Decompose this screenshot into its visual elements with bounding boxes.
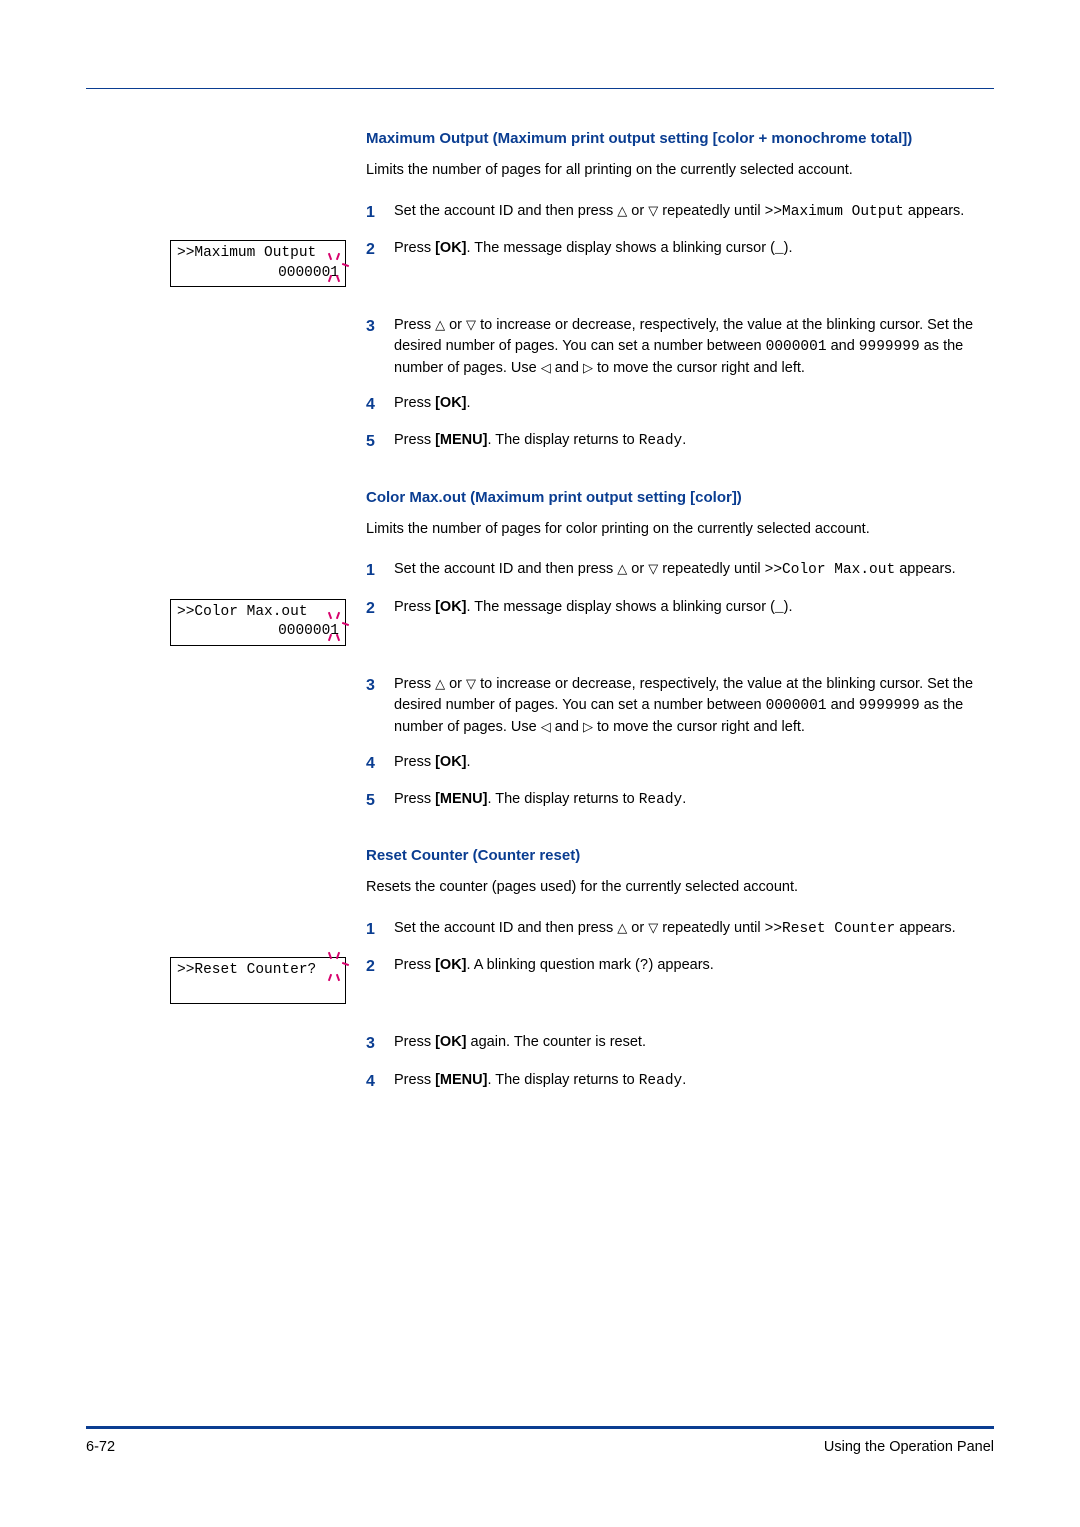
- section-heading: Reset Counter (Counter reset): [366, 846, 994, 866]
- step-text: Press △ or ▽ to increase or decrease, re…: [394, 315, 994, 379]
- step: 4Press [MENU]. The display returns to Re…: [366, 1070, 994, 1093]
- step: 2Press [OK]. The message display shows a…: [366, 238, 994, 261]
- page-footer: 6-72 Using the Operation Panel: [86, 1426, 994, 1455]
- step-number: 1: [366, 559, 394, 582]
- step: 1Set the account ID and then press △ or …: [366, 918, 994, 941]
- step-number: 2: [366, 238, 394, 261]
- step: 2Press [OK]. A blinking question mark (?…: [366, 955, 994, 978]
- triangle-down-icon: ▽: [648, 919, 658, 938]
- triangle-right-icon: ▷: [583, 359, 593, 378]
- step: 5Press [MENU]. The display returns to Re…: [366, 789, 994, 812]
- triangle-down-icon: ▽: [466, 316, 476, 335]
- step-number: 4: [366, 752, 394, 775]
- step-text: Set the account ID and then press △ or ▽…: [394, 918, 994, 941]
- page-number: 6-72: [86, 1439, 115, 1455]
- step-text: Press [MENU]. The display returns to Rea…: [394, 430, 994, 453]
- lcd-display: >>Maximum Output0000001: [170, 240, 346, 287]
- triangle-up-icon: △: [435, 316, 445, 335]
- triangle-down-icon: ▽: [648, 202, 658, 221]
- top-rule: [86, 88, 994, 89]
- step-number: 1: [366, 918, 394, 941]
- step: 1Set the account ID and then press △ or …: [366, 559, 994, 582]
- step-text: Press [OK]. A blinking question mark (?)…: [394, 955, 994, 978]
- section-intro: Limits the number of pages for color pri…: [366, 520, 994, 540]
- step-text: Press [OK]. The message display shows a …: [394, 238, 994, 261]
- step-number: 4: [366, 1070, 394, 1093]
- step-number: 3: [366, 1032, 394, 1055]
- step: 4Press [OK].: [366, 393, 994, 416]
- lcd-display: >>Reset Counter?: [170, 957, 346, 1004]
- step: 5Press [MENU]. The display returns to Re…: [366, 430, 994, 453]
- step: 2Press [OK]. The message display shows a…: [366, 597, 994, 620]
- step: 1Set the account ID and then press △ or …: [366, 201, 994, 224]
- triangle-left-icon: ◁: [541, 718, 551, 737]
- step-text: Press [OK] again. The counter is reset.: [394, 1032, 994, 1055]
- triangle-up-icon: △: [617, 560, 627, 579]
- step-text: Press [MENU]. The display returns to Rea…: [394, 1070, 994, 1093]
- step-text: Set the account ID and then press △ or ▽…: [394, 559, 994, 582]
- step-text: Press [OK]. The message display shows a …: [394, 597, 994, 620]
- step: 3Press [OK] again. The counter is reset.: [366, 1032, 994, 1055]
- section-heading: Color Max.out (Maximum print output sett…: [366, 488, 994, 508]
- triangle-down-icon: ▽: [648, 560, 658, 579]
- section-intro: Resets the counter (pages used) for the …: [366, 878, 994, 898]
- triangle-right-icon: ▷: [583, 718, 593, 737]
- step-text: Press [OK].: [394, 393, 994, 416]
- step-text: Press [OK].: [394, 752, 994, 775]
- section-intro: Limits the number of pages for all print…: [366, 161, 994, 181]
- step-text: Set the account ID and then press △ or ▽…: [394, 201, 994, 224]
- section-heading: Maximum Output (Maximum print output set…: [366, 129, 994, 149]
- step-number: 3: [366, 674, 394, 738]
- triangle-down-icon: ▽: [466, 675, 476, 694]
- step-text: Press △ or ▽ to increase or decrease, re…: [394, 674, 994, 738]
- step-number: 2: [366, 955, 394, 978]
- step-text: Press [MENU]. The display returns to Rea…: [394, 789, 994, 812]
- triangle-up-icon: △: [435, 675, 445, 694]
- triangle-up-icon: △: [617, 202, 627, 221]
- footer-title: Using the Operation Panel: [824, 1439, 994, 1455]
- step-number: 2: [366, 597, 394, 620]
- step-number: 3: [366, 315, 394, 379]
- triangle-up-icon: △: [617, 919, 627, 938]
- step-number: 1: [366, 201, 394, 224]
- step-number: 4: [366, 393, 394, 416]
- step: 3Press △ or ▽ to increase or decrease, r…: [366, 315, 994, 379]
- step-number: 5: [366, 789, 394, 812]
- step-number: 5: [366, 430, 394, 453]
- lcd-display: >>Color Max.out0000001: [170, 599, 346, 646]
- triangle-left-icon: ◁: [541, 359, 551, 378]
- step: 3Press △ or ▽ to increase or decrease, r…: [366, 674, 994, 738]
- step: 4Press [OK].: [366, 752, 994, 775]
